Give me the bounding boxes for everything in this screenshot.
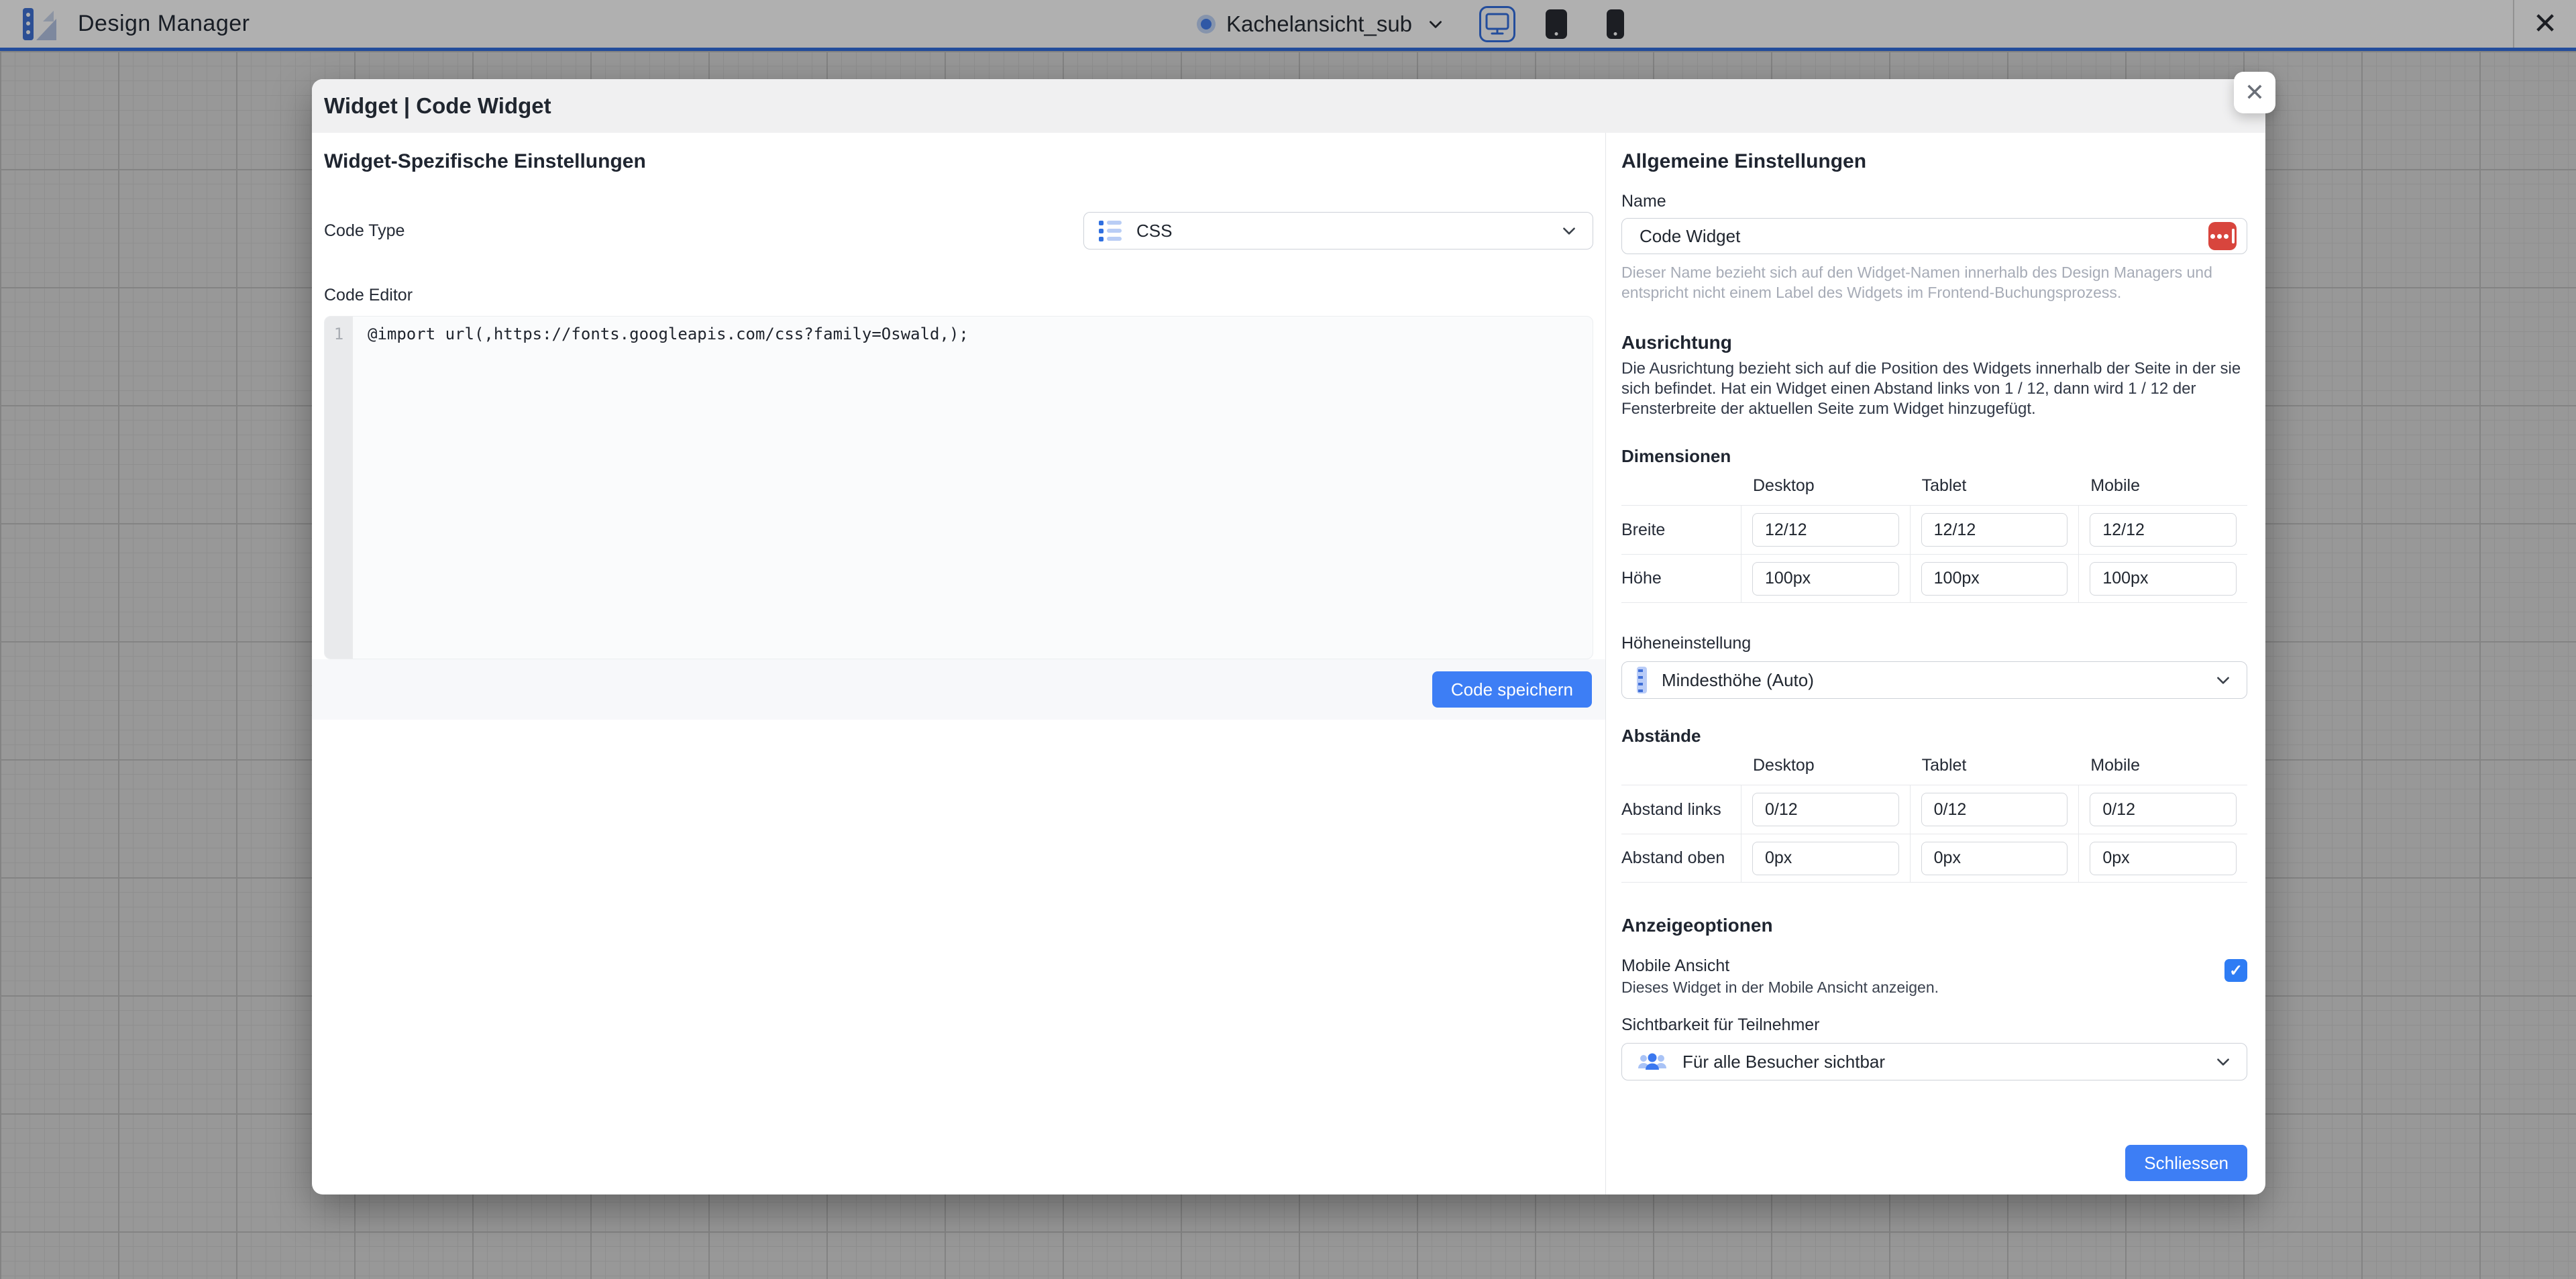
- row-label: Abstand links: [1621, 800, 1721, 820]
- sichtbarkeit-select[interactable]: Für alle Besucher sichtbar: [1621, 1043, 2247, 1080]
- breite-mobile-input[interactable]: [2090, 513, 2237, 547]
- hoeheneinstellung-label: Höheneinstellung: [1621, 634, 2247, 653]
- widget-specific-settings-panel: Widget-Spezifische Einstellungen Code Ty…: [312, 133, 1605, 1194]
- table-corner: [1621, 476, 1741, 505]
- abstand-links-tablet-input[interactable]: [1921, 793, 2068, 826]
- widget-settings-modal: ✕ Widget | Code Widget Widget-Spezifisch…: [312, 79, 2265, 1194]
- code-editor-content[interactable]: @import url(,https://fonts.googleapis.co…: [353, 317, 1593, 659]
- table-cell: [1741, 834, 1910, 883]
- row-label: Abstand oben: [1621, 848, 1725, 868]
- dimensionen-table: Desktop Tablet Mobile Breite Höhe: [1621, 476, 2247, 603]
- general-settings-panel: Allgemeine Einstellungen Name Dieser Nam…: [1605, 133, 2265, 1194]
- right-panel-heading: Allgemeine Einstellungen: [1621, 150, 2247, 173]
- password-manager-autofill-icon[interactable]: [2208, 222, 2237, 250]
- row-label-cell: Breite: [1621, 505, 1741, 554]
- widget-name-input[interactable]: [1621, 218, 2247, 254]
- abstaende-table: Desktop Tablet Mobile Abstand links Abst…: [1621, 756, 2247, 883]
- code-type-value: CSS: [1136, 221, 1172, 241]
- mobile-ansicht-checkbox[interactable]: ✓: [2224, 959, 2247, 982]
- table-cell: [2078, 785, 2247, 834]
- mobile-ansicht-label: Mobile Ansicht: [1621, 956, 1939, 976]
- chevron-down-icon: [1560, 222, 1578, 239]
- mobile-ansicht-text: Mobile Ansicht Dieses Widget in der Mobi…: [1621, 956, 1939, 997]
- column-header-desktop: Desktop: [1741, 756, 1910, 785]
- mobile-ansicht-row: Mobile Ansicht Dieses Widget in der Mobi…: [1621, 956, 2247, 997]
- chevron-down-icon: [2214, 671, 2232, 689]
- abstand-links-desktop-input[interactable]: [1752, 793, 1899, 826]
- code-type-row: Code Type CSS: [324, 212, 1593, 249]
- code-editor-footer: Code speichern: [312, 659, 1605, 720]
- design-manager-screen: Design Manager Kachelansicht_sub: [0, 0, 2576, 1279]
- table-cell: [2078, 505, 2247, 554]
- modal-title: Widget | Code Widget: [324, 93, 551, 119]
- code-type-label: Code Type: [324, 221, 405, 241]
- close-icon: ✕: [2245, 78, 2265, 107]
- table-cell: [1741, 554, 1910, 603]
- name-field-wrap: [1621, 218, 2247, 254]
- abstand-oben-mobile-input[interactable]: [2090, 842, 2237, 875]
- table-cell: [2078, 834, 2247, 883]
- sichtbarkeit-value: Für alle Besucher sichtbar: [1682, 1052, 1885, 1072]
- breite-tablet-input[interactable]: [1921, 513, 2068, 547]
- table-cell: [2078, 554, 2247, 603]
- column-header-desktop: Desktop: [1741, 476, 1910, 505]
- table-corner: [1621, 756, 1741, 785]
- row-label: Breite: [1621, 520, 1665, 540]
- row-label-cell: Höhe: [1621, 554, 1741, 603]
- ausrichtung-description: Die Ausrichtung bezieht sich auf die Pos…: [1621, 359, 2247, 419]
- modal-close-button[interactable]: ✕: [2234, 72, 2275, 113]
- hoehe-mobile-input[interactable]: [2090, 562, 2237, 596]
- row-label: Höhe: [1621, 569, 1662, 588]
- abstaende-heading: Abstände: [1621, 726, 2247, 746]
- code-editor[interactable]: 1 @import url(,https://fonts.googleapis.…: [324, 316, 1593, 659]
- anzeigeoptionen-heading: Anzeigeoptionen: [1621, 915, 2247, 936]
- name-help-text: Dieser Name bezieht sich auf den Widget-…: [1621, 262, 2247, 302]
- left-panel-heading: Widget-Spezifische Einstellungen: [324, 150, 1593, 173]
- column-header-mobile: Mobile: [2078, 756, 2247, 785]
- table-cell: [1910, 505, 2079, 554]
- code-type-select[interactable]: CSS: [1083, 212, 1593, 249]
- abstand-links-mobile-input[interactable]: [2090, 793, 2237, 826]
- schliessen-button[interactable]: Schliessen: [2125, 1145, 2247, 1181]
- column-header-tablet: Tablet: [1910, 476, 2079, 505]
- column-header-tablet: Tablet: [1910, 756, 2079, 785]
- abstand-oben-desktop-input[interactable]: [1752, 842, 1899, 875]
- line-number: 1: [334, 325, 343, 343]
- people-group-icon: [1637, 1051, 1668, 1072]
- hoeheneinstellung-select[interactable]: Mindesthöhe (Auto): [1621, 661, 2247, 699]
- modal-header: Widget | Code Widget: [312, 79, 2265, 133]
- abstand-oben-tablet-input[interactable]: [1921, 842, 2068, 875]
- editor-line-number-gutter: 1: [325, 317, 353, 659]
- check-icon: ✓: [2229, 961, 2243, 981]
- save-code-button[interactable]: Code speichern: [1432, 671, 1592, 708]
- dimensionen-heading: Dimensionen: [1621, 446, 2247, 467]
- hoehe-desktop-input[interactable]: [1752, 562, 1899, 596]
- modal-footer: Schliessen: [2125, 1145, 2247, 1181]
- table-cell: [1910, 785, 2079, 834]
- table-cell: [1741, 785, 1910, 834]
- vertical-ruler-icon: [1637, 667, 1647, 693]
- column-header-mobile: Mobile: [2078, 476, 2247, 505]
- row-label-cell: Abstand oben: [1621, 834, 1741, 883]
- code-editor-label: Code Editor: [324, 286, 1593, 305]
- chevron-down-icon: [2214, 1053, 2232, 1070]
- breite-desktop-input[interactable]: [1752, 513, 1899, 547]
- table-cell: [1910, 554, 2079, 603]
- table-cell: [1741, 505, 1910, 554]
- name-label: Name: [1621, 192, 2247, 211]
- hoeheneinstellung-value: Mindesthöhe (Auto): [1662, 670, 1814, 691]
- list-icon: [1099, 221, 1122, 241]
- mobile-ansicht-description: Dieses Widget in der Mobile Ansicht anze…: [1621, 979, 1939, 997]
- table-cell: [1910, 834, 2079, 883]
- row-label-cell: Abstand links: [1621, 785, 1741, 834]
- hoehe-tablet-input[interactable]: [1921, 562, 2068, 596]
- modal-body: Widget-Spezifische Einstellungen Code Ty…: [312, 133, 2265, 1194]
- sichtbarkeit-label: Sichtbarkeit für Teilnehmer: [1621, 1015, 2247, 1035]
- ausrichtung-heading: Ausrichtung: [1621, 332, 2247, 353]
